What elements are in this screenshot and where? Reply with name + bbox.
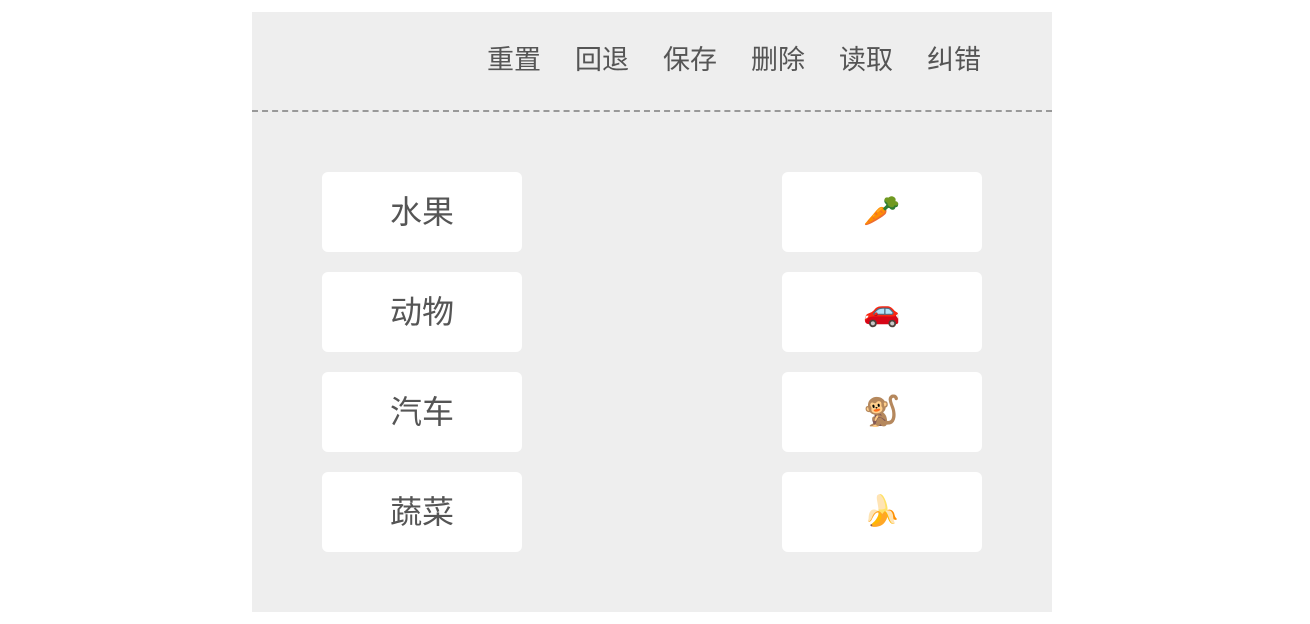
save-button[interactable]: 保存 xyxy=(662,43,718,79)
category-card-car[interactable]: 汽车 xyxy=(322,372,522,452)
monkey-icon: 🐒 xyxy=(863,394,901,429)
category-label: 动物 xyxy=(389,293,454,331)
category-label: 水果 xyxy=(389,193,454,231)
category-label: 汽车 xyxy=(389,393,454,431)
carrot-icon: 🥕 xyxy=(863,194,901,229)
delete-button[interactable]: 删除 xyxy=(750,43,806,79)
toolbar: 重置 回退 保存 删除 读取 纠错 xyxy=(252,12,1052,112)
item-card-car[interactable]: 🚗 xyxy=(782,272,982,352)
item-card-carrot[interactable]: 🥕 xyxy=(782,172,982,252)
reset-button[interactable]: 重置 xyxy=(486,43,542,79)
item-card-monkey[interactable]: 🐒 xyxy=(782,372,982,452)
category-card-animal[interactable]: 动物 xyxy=(322,272,522,352)
check-button[interactable]: 纠错 xyxy=(926,43,982,79)
category-card-fruit[interactable]: 水果 xyxy=(322,172,522,252)
item-card-banana[interactable]: 🍌 xyxy=(782,472,982,552)
matching-game-panel: 重置 回退 保存 删除 读取 纠错 水果 动物 汽车 蔬菜 🥕 🚗 🐒 🍌 xyxy=(252,12,1052,612)
car-icon: 🚗 xyxy=(863,294,901,329)
banana-icon: 🍌 xyxy=(863,494,901,529)
category-card-vegetable[interactable]: 蔬菜 xyxy=(322,472,522,552)
category-label: 蔬菜 xyxy=(389,493,454,531)
undo-button[interactable]: 回退 xyxy=(574,43,630,79)
load-button[interactable]: 读取 xyxy=(838,43,894,79)
